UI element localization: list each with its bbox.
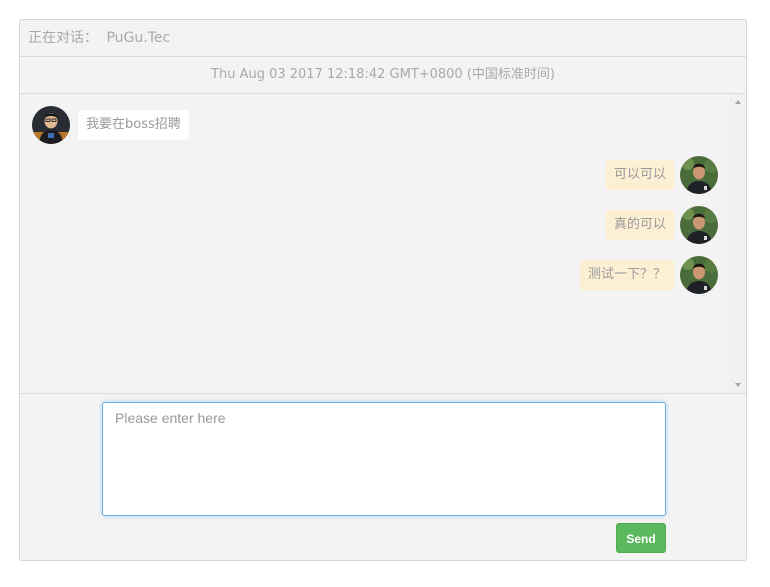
message-scrollbar[interactable] bbox=[729, 94, 746, 393]
send-button[interactable]: Send bbox=[616, 523, 666, 553]
message-list[interactable]: 我要在boss招聘 可以可以 真的可以 测试一下？？ bbox=[20, 94, 746, 394]
self-avatar[interactable] bbox=[680, 206, 718, 244]
conversation-header: 正在对话： PuGu.Tec bbox=[20, 20, 746, 57]
message-bubble: 我要在boss招聘 bbox=[78, 110, 189, 140]
scroll-down-arrow-icon[interactable] bbox=[735, 383, 741, 387]
message-input[interactable] bbox=[102, 402, 666, 516]
self-avatar[interactable] bbox=[680, 256, 718, 294]
chat-panel: 正在对话： PuGu.Tec Thu Aug 03 2017 12:18:42 … bbox=[19, 19, 747, 561]
self-avatar[interactable] bbox=[680, 156, 718, 194]
composer: Send bbox=[20, 394, 746, 560]
message-bubble: 真的可以 bbox=[605, 210, 674, 240]
message-bubble: 可以可以 bbox=[605, 160, 674, 190]
contact-avatar[interactable] bbox=[32, 106, 70, 144]
timestamp: Thu Aug 03 2017 12:18:42 GMT+0800 (中国标准时… bbox=[211, 67, 555, 82]
message-item: 我要在boss招聘 bbox=[32, 106, 189, 144]
message-bubble: 测试一下？？ bbox=[579, 260, 674, 290]
message-item: 测试一下？？ bbox=[579, 256, 718, 294]
conversation-label: 正在对话： bbox=[28, 30, 98, 46]
contact-name: PuGu.Tec bbox=[106, 30, 171, 46]
timestamp-bar: Thu Aug 03 2017 12:18:42 GMT+0800 (中国标准时… bbox=[20, 57, 746, 94]
message-item: 可以可以 bbox=[605, 156, 718, 194]
scroll-up-arrow-icon[interactable] bbox=[735, 100, 741, 104]
message-item: 真的可以 bbox=[605, 206, 718, 244]
